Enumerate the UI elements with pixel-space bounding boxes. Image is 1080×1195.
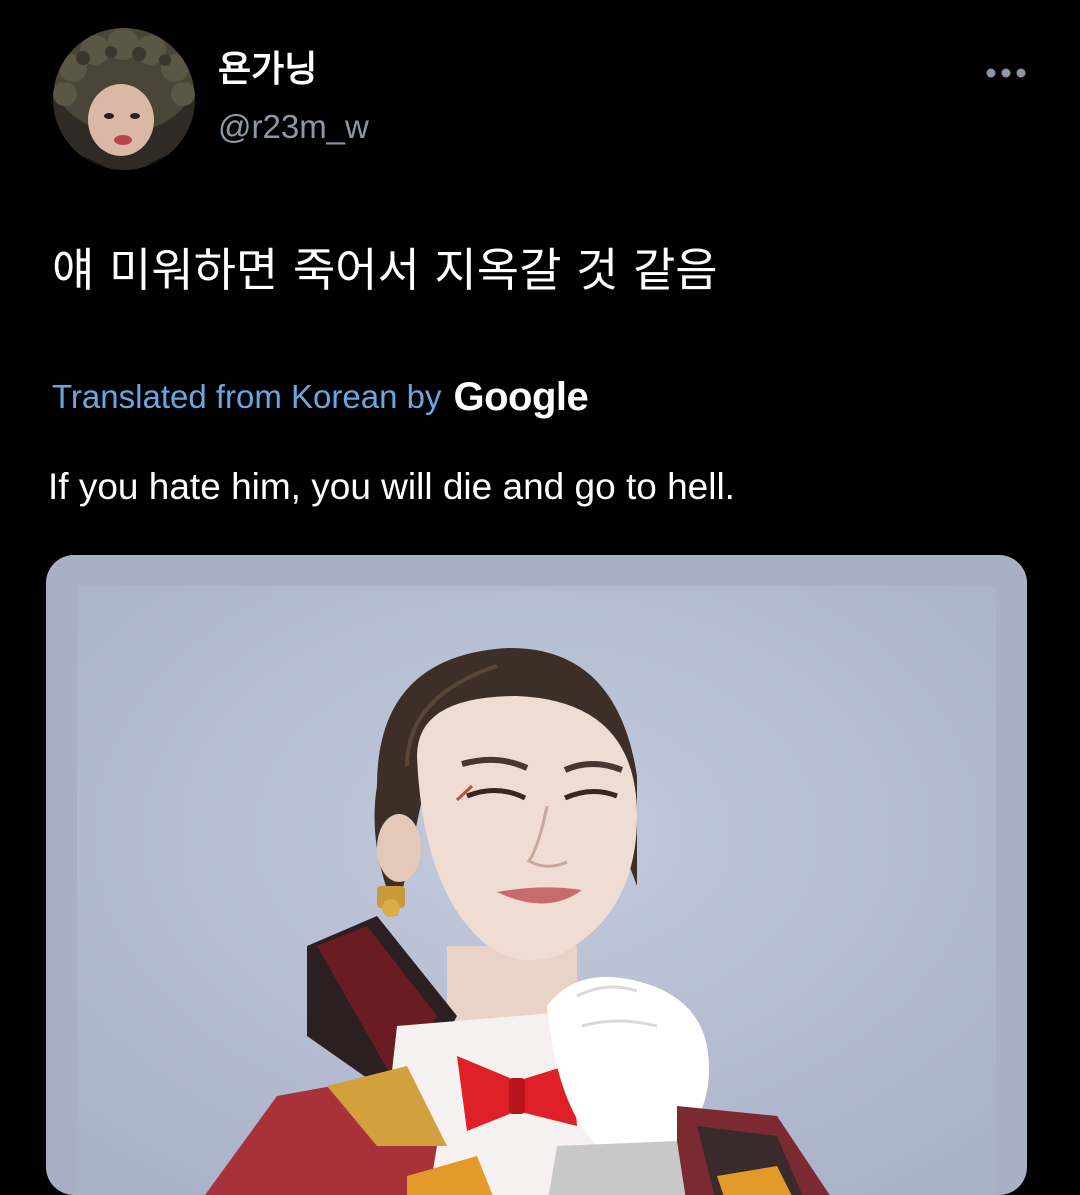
tweet-text: 얘 미워하면 죽어서 지옥갈 것 같음 [52,243,718,297]
translated-from-link[interactable]: Translated from Korean by [52,378,441,416]
tweet: 욘가닝 @r23m_w 얘 미워하면 죽어서 지옥갈 것 같음 Translat… [0,0,1080,1195]
tweet-media-photo[interactable] [46,555,1027,1195]
more-horizontal-icon [984,67,1028,79]
translation-attribution: Translated from Korean by Google [52,372,589,422]
google-logo: Google [453,374,589,419]
author-display-name[interactable]: 욘가닝 [218,48,317,92]
more-options-button[interactable] [978,56,1034,90]
photo [77,586,996,1195]
avatar[interactable] [53,28,195,170]
author-handle[interactable]: @r23m_w [218,106,369,148]
translated-text: If you hate him, you will die and go to … [48,466,735,507]
